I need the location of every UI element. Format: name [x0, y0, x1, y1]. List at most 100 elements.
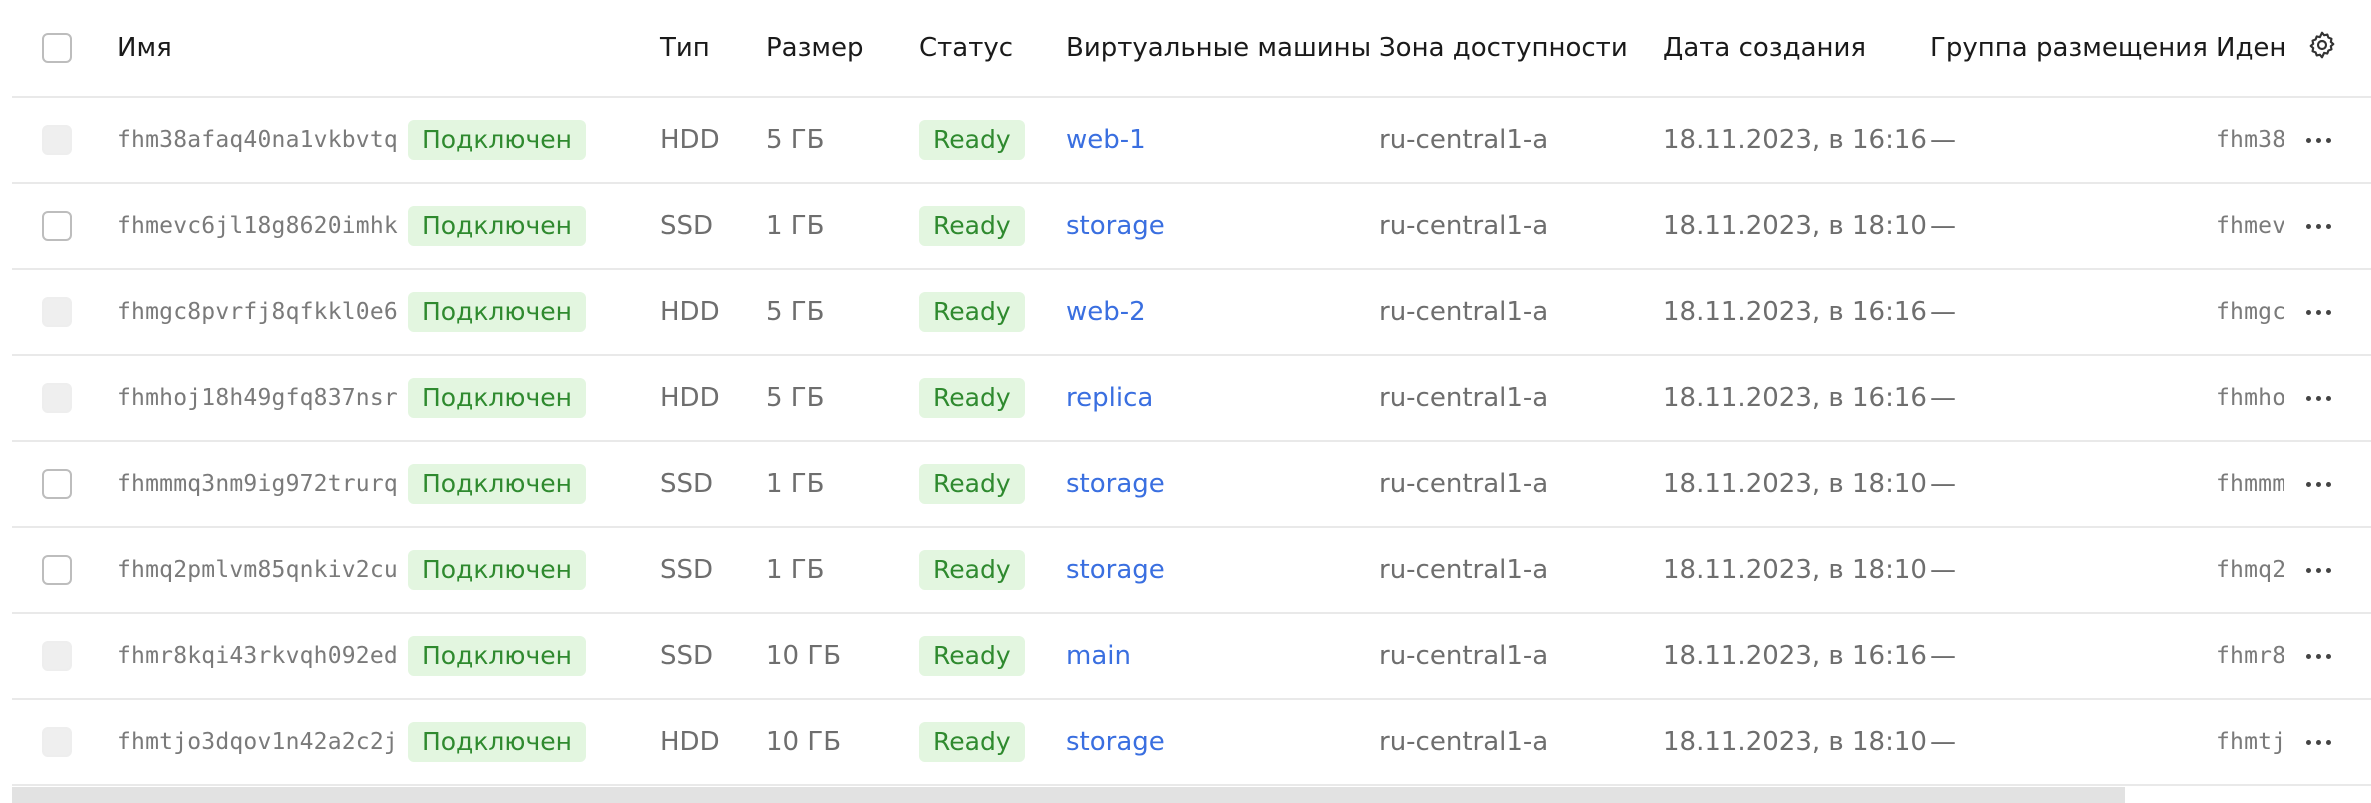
column-header-zone[interactable]: Зона доступности: [1379, 0, 1628, 96]
row-checkbox[interactable]: [42, 555, 72, 585]
availability-zone: ru-central1-a: [1379, 469, 1549, 499]
column-header-size[interactable]: Размер: [766, 0, 864, 96]
created-date: 18.11.2023, в 18:10: [1663, 555, 1927, 585]
more-horizontal-icon: [2306, 395, 2331, 401]
column-header-status[interactable]: Статус: [919, 0, 1013, 96]
vm-link[interactable]: replica: [1066, 356, 1153, 440]
disk-size: 10 ГБ: [766, 641, 842, 671]
row-checkbox[interactable]: [42, 469, 72, 499]
row-actions-button[interactable]: [2306, 356, 2331, 440]
placement-group: —: [1930, 297, 1956, 327]
availability-zone: ru-central1-a: [1379, 383, 1549, 413]
vm-link[interactable]: web-1: [1066, 98, 1146, 182]
row-checkbox[interactable]: [42, 727, 72, 757]
placement-group: —: [1930, 641, 1956, 671]
disk-name[interactable]: fhmmmq3nm9ig972trurq: [117, 471, 398, 497]
status-badge: Ready: [919, 292, 1025, 332]
column-header-type[interactable]: Тип: [660, 0, 710, 96]
attach-status-badge: Подключен: [407, 378, 586, 418]
disk-name[interactable]: fhmevc6jl18g8620imhk: [117, 213, 398, 239]
column-header-id[interactable]: Идентификатор: [2216, 0, 2284, 96]
column-header-group[interactable]: Группа размещения: [1930, 0, 2208, 96]
placement-group: —: [1930, 125, 1956, 155]
row-actions-button[interactable]: [2306, 442, 2331, 526]
more-horizontal-icon: [2306, 739, 2331, 745]
more-horizontal-icon: [2306, 481, 2331, 487]
disk-size: 5 ГБ: [766, 383, 825, 413]
created-date: 18.11.2023, в 16:16: [1663, 297, 1927, 327]
availability-zone: ru-central1-a: [1379, 555, 1549, 585]
disk-size: 5 ГБ: [766, 125, 825, 155]
table-settings-button[interactable]: [2306, 0, 2338, 96]
disk-type: SSD: [660, 211, 714, 241]
attach-status-badge: Подключен: [407, 464, 586, 504]
created-date: 18.11.2023, в 18:10: [1663, 727, 1927, 757]
placement-group: —: [1930, 727, 1956, 757]
disk-name[interactable]: fhmhoj18h49gfq837nsr: [117, 385, 398, 411]
availability-zone: ru-central1-a: [1379, 125, 1549, 155]
status-badge: Ready: [919, 550, 1025, 590]
more-horizontal-icon: [2306, 309, 2331, 315]
disk-type: HDD: [660, 297, 720, 327]
availability-zone: ru-central1-a: [1379, 727, 1549, 757]
row-actions-button[interactable]: [2306, 98, 2331, 182]
created-date: 18.11.2023, в 18:10: [1663, 211, 1927, 241]
disk-name[interactable]: fhmq2pmlvm85qnkiv2cu: [117, 557, 398, 583]
disk-name[interactable]: fhmgc8pvrfj8qfkkl0e6: [117, 299, 398, 325]
attach-status-badge: Подключен: [407, 292, 586, 332]
horizontal-scrollbar[interactable]: [12, 787, 2125, 803]
status-badge: Ready: [919, 636, 1025, 676]
table-header-row: Имя Тип Размер Статус Виртуальные машины…: [12, 0, 2371, 98]
row-actions-button[interactable]: [2306, 614, 2331, 698]
row-checkbox[interactable]: [42, 297, 72, 327]
table-row[interactable]: fhmgc8pvrfj8qfkkl0e6 Подключен HDD 5 ГБ …: [12, 270, 2371, 356]
disk-type: HDD: [660, 383, 720, 413]
disk-id: fhmmmq3nm9ig972trurq: [2216, 471, 2284, 497]
disk-id: fhmr8kqi43rkvqh092ed: [2216, 643, 2284, 669]
row-checkbox[interactable]: [42, 641, 72, 671]
disk-type: SSD: [660, 555, 714, 585]
row-checkbox[interactable]: [42, 125, 72, 155]
column-header-vms[interactable]: Виртуальные машины: [1066, 0, 1371, 96]
disk-size: 1 ГБ: [766, 555, 825, 585]
disk-id: fhmgc8pvrfj8qfkkl0e6: [2216, 299, 2284, 325]
more-horizontal-icon: [2306, 567, 2331, 573]
vm-link[interactable]: storage: [1066, 528, 1165, 612]
row-checkbox[interactable]: [42, 211, 72, 241]
availability-zone: ru-central1-a: [1379, 297, 1549, 327]
row-actions-button[interactable]: [2306, 700, 2331, 784]
disk-size: 5 ГБ: [766, 297, 825, 327]
attach-status-badge: Подключен: [407, 550, 586, 590]
more-horizontal-icon: [2306, 223, 2331, 229]
vm-link[interactable]: web-2: [1066, 270, 1146, 354]
table-row[interactable]: fhmevc6jl18g8620imhk Подключен SSD 1 ГБ …: [12, 184, 2371, 270]
row-actions-button[interactable]: [2306, 528, 2331, 612]
column-header-name[interactable]: Имя: [117, 0, 172, 96]
status-badge: Ready: [919, 120, 1025, 160]
row-actions-button[interactable]: [2306, 270, 2331, 354]
row-actions-button[interactable]: [2306, 184, 2331, 268]
disk-name[interactable]: fhmr8kqi43rkvqh092ed: [117, 643, 398, 669]
disk-name[interactable]: fhmtjo3dqov1n42a2c2j: [117, 729, 398, 755]
disk-id: fhmhoj18h49gfq837nsr: [2216, 385, 2284, 411]
disk-id: fhmevc6jl18g8620imhk: [2216, 213, 2284, 239]
placement-group: —: [1930, 211, 1956, 241]
vm-link[interactable]: storage: [1066, 700, 1165, 784]
disks-table: Имя Тип Размер Статус Виртуальные машины…: [12, 0, 2371, 786]
table-row[interactable]: fhmtjo3dqov1n42a2c2j Подключен HDD 10 ГБ…: [12, 700, 2371, 786]
select-all-checkbox[interactable]: [42, 33, 72, 63]
vm-link[interactable]: storage: [1066, 184, 1165, 268]
disk-name[interactable]: fhm38afaq40na1vkbvtq: [117, 127, 398, 153]
table-row[interactable]: fhmmmq3nm9ig972trurq Подключен SSD 1 ГБ …: [12, 442, 2371, 528]
disk-id: fhmtjo3dqov1n42a2c2j: [2216, 729, 2284, 755]
status-badge: Ready: [919, 206, 1025, 246]
table-row[interactable]: fhmr8kqi43rkvqh092ed Подключен SSD 10 ГБ…: [12, 614, 2371, 700]
table-row[interactable]: fhmhoj18h49gfq837nsr Подключен HDD 5 ГБ …: [12, 356, 2371, 442]
table-row[interactable]: fhm38afaq40na1vkbvtq Подключен HDD 5 ГБ …: [12, 98, 2371, 184]
table-row[interactable]: fhmq2pmlvm85qnkiv2cu Подключен SSD 1 ГБ …: [12, 528, 2371, 614]
vm-link[interactable]: main: [1066, 614, 1131, 698]
status-badge: Ready: [919, 378, 1025, 418]
column-header-created[interactable]: Дата создания: [1663, 0, 1866, 96]
row-checkbox[interactable]: [42, 383, 72, 413]
vm-link[interactable]: storage: [1066, 442, 1165, 526]
